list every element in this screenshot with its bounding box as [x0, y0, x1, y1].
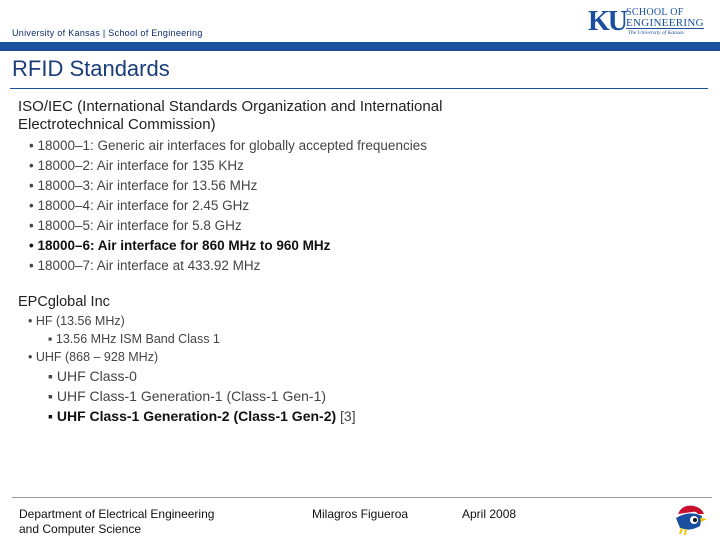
list-item: • 18000–4: Air interface for 2.45 GHz [29, 198, 250, 213]
uhf-subitem: ▪ UHF Class-1 Generation-1 (Class-1 Gen-… [48, 388, 327, 404]
header-bar [0, 42, 720, 51]
uhf-item: • UHF (868 – 928 MHz) [28, 350, 159, 364]
uhf-subitem-highlighted: ▪ UHF Class-1 Generation-2 (Class-1 Gen-… [48, 406, 698, 426]
footer-dept-line2: and Computer Science [19, 522, 142, 536]
header-org-text: University of Kansas | School of Enginee… [12, 28, 203, 38]
hf-subitem: ▪ 13.56 MHz ISM Band Class 1 [48, 332, 220, 346]
footer-divider [12, 497, 712, 498]
footer-author: Milagros Figueroa [312, 507, 409, 521]
ku-engineering-logo: KU SCHOOL OF ENGINEERING The University … [588, 6, 714, 40]
list-item: • 18000–7: Air interface at 433.92 MHz [29, 258, 261, 273]
jayhawk-mascot-icon [676, 505, 707, 536]
section1-heading-line1: ISO/IEC (International Standards Organiz… [18, 98, 443, 115]
section2-heading: EPCglobal Inc [18, 294, 110, 310]
section1-list: • 18000–1: Generic air interfaces for gl… [18, 136, 698, 276]
list-item: • 18000–2: Air interface for 135 KHz [29, 158, 244, 173]
title-divider [10, 88, 708, 89]
footer-date: April 2008 [462, 507, 517, 521]
section1-heading-line2: Electrotechnical Commission) [18, 116, 216, 133]
uhf-subitem: ▪ UHF Class-0 [48, 368, 137, 384]
list-item: • 18000–3: Air interface for 13.56 MHz [29, 178, 258, 193]
list-item-highlighted: • 18000–6: Air interface for 860 MHz to … [29, 238, 331, 253]
footer-dept-line1: Department of Electrical Engineering [19, 507, 215, 521]
logo-school-line2: ENGINEERING [626, 17, 704, 29]
slide-title: RFID Standards [12, 56, 170, 81]
footer-department: Department of Electrical Engineering and… [19, 507, 214, 537]
logo-university-text: The University of Kansas [628, 30, 684, 36]
slide-content: ISO/IEC (International Standards Organiz… [18, 98, 698, 426]
logo-school-text: SCHOOL OF ENGINEERING [626, 8, 704, 29]
ku-logo-mark: KU [588, 6, 628, 37]
section1-heading: ISO/IEC (International Standards Organiz… [18, 98, 698, 134]
reference-marker: [3] [336, 408, 356, 424]
uhf-gen2-label: ▪ UHF Class-1 Generation-2 (Class-1 Gen-… [48, 408, 337, 424]
list-item: • 18000–5: Air interface for 5.8 GHz [29, 218, 242, 233]
hf-item: • HF (13.56 MHz) [28, 314, 125, 328]
list-item: • 18000–1: Generic air interfaces for gl… [29, 138, 427, 153]
